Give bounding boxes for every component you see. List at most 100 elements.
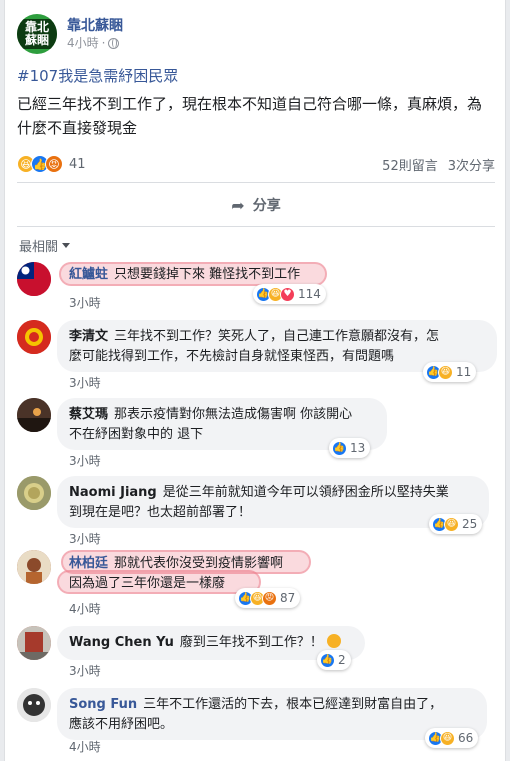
angry-icon: 😡 [262, 590, 277, 606]
commenter-name[interactable]: Wang Chen Yu [69, 635, 174, 650]
comment-bubble: Song Fun 三年不工作還活的下去，根本已經達到財富自由了， 應該不用紓困吧。 [57, 688, 487, 740]
comment-time[interactable]: 3小時 [69, 662, 101, 679]
page-meta: 靠北蘇睏 4小時 · [67, 17, 123, 51]
comment-body: 紅鱸蛀 只想要錢掉下來 難怪找不到工作 [69, 266, 300, 284]
comment-bubble: Naomi Jiang 是從三年前就知道今年可以領紓困金所以堅持失業 到現在是吧？… [57, 476, 489, 528]
comment-count[interactable]: 52則留言 [382, 155, 438, 174]
post-header: 靠北蘇睏 靠北蘇睏 4小時 · [17, 14, 123, 54]
coin-avatar-image [17, 476, 51, 510]
reaction-count: 11 [456, 365, 472, 379]
haha-icon: 😆 [444, 516, 459, 532]
comment-line: Song Fun 三年不工作還活的下去，根本已經達到財富自由了， [69, 695, 475, 715]
comment-text: 廢到三年找不到工作？！ [179, 635, 323, 650]
avatar[interactable] [17, 398, 51, 432]
commenter-name[interactable]: 蔡艾瑪 [69, 407, 108, 422]
page-logo-text: 靠北蘇睏 [17, 19, 57, 49]
angry-icon: 😡 [45, 155, 63, 173]
caret-down-icon [62, 243, 71, 248]
comment-line: 蔡艾瑪 那表示疫情對你無法造成傷害啊 你該開心 [69, 405, 375, 425]
comment-text: 三年找不到工作？笑死人了，自己連工作意願都沒有，怎 [114, 329, 440, 344]
comment-reactions[interactable]: 👍 13 [329, 438, 371, 458]
comment-reactions[interactable]: 👍 2 [317, 650, 351, 670]
post-reactions[interactable]: 😆 👍 😡 41 [17, 155, 86, 173]
comment-time[interactable]: 3小時 [69, 374, 101, 391]
love-icon: ♥ [280, 286, 295, 302]
commenter-name[interactable]: 紅鱸蛀 [69, 267, 108, 282]
comment: 蔡艾瑪 那表示疫情對你無法造成傷害啊 你該開心 不在紓困對象中的 退下 3小時 👍… [17, 398, 503, 468]
sort-label: 最相關 [19, 240, 59, 255]
post-text: 已經三年找不到工作了，現在根本不知道自己符合哪一條，真麻煩，為什麼不直接發現金 [17, 95, 483, 137]
share-button[interactable]: ➦ 分享 [17, 190, 495, 220]
comment: Naomi Jiang 是從三年前就知道今年可以領紓困金所以堅持失業 到現在是吧？… [17, 476, 503, 546]
post-timestamp[interactable]: 4小時 [67, 35, 99, 51]
comment-time[interactable]: 4小時 [69, 738, 101, 755]
comment-line: 李清文 三年找不到工作？笑死人了，自己連工作意願都沒有，怎 [69, 327, 485, 347]
comment: Wang Chen Yu 廢到三年找不到工作？！ 3小時 👍 2 [17, 626, 503, 679]
post-stats: 52則留言 3次分享 [382, 155, 495, 174]
comment-line: 林柏廷 那就代表你沒受到疫情影響啊 [69, 554, 283, 574]
comment: Song Fun 三年不工作還活的下去，根本已經達到財富自由了， 應該不用紓困吧。… [17, 688, 503, 758]
reaction-count: 41 [69, 156, 86, 172]
comment-text-line2: 到現在是吧？也太超前部署了！ [69, 505, 252, 520]
comment: 李清文 三年找不到工作？笑死人了，自己連工作意願都沒有，怎 麼可能找得到工作，不先… [17, 320, 503, 390]
flag-avatar-image [17, 262, 51, 296]
reaction-count: 114 [298, 287, 321, 301]
comment-text: 只想要錢掉下來 難怪找不到工作 [114, 267, 301, 282]
comment-reactions[interactable]: 👍 😆 25 [429, 514, 483, 534]
comment-reactions[interactable]: 👍 😆 ♥ 114 [253, 284, 326, 304]
commenter-name[interactable]: Song Fun [69, 697, 137, 712]
reactions-bar: 😆 👍 😡 41 52則留言 3次分享 [17, 152, 495, 176]
divider [17, 226, 495, 227]
comment-reactions[interactable]: 👍 😆 😡 87 [235, 588, 301, 608]
commenter-name[interactable]: 李清文 [69, 329, 108, 344]
haha-icon: 😆 [440, 730, 455, 746]
post-time-row: 4小時 · [67, 35, 123, 51]
avatar[interactable] [17, 320, 51, 354]
haha-icon: 😆 [438, 364, 453, 380]
post-hashtag[interactable]: #107我是急需紓困民眾 [17, 66, 178, 86]
divider [17, 182, 495, 183]
comment-sort-dropdown[interactable]: 最相關 [19, 236, 71, 255]
reaction-count: 87 [280, 591, 296, 605]
comment-text-line2: 麼可能找得到工作，不先檢討自身就怪東怪西，有問題嗎 [69, 349, 395, 364]
reaction-count: 2 [338, 653, 346, 667]
page-name[interactable]: 靠北蘇睏 [67, 17, 123, 35]
comment-reactions[interactable]: 👍 😆 66 [425, 728, 479, 748]
comment-time[interactable]: 4小時 [69, 600, 101, 617]
comment-line: Naomi Jiang 是從三年前就知道今年可以領紓困金所以堅持失業 [69, 483, 477, 503]
comment-text: 三年不工作還活的下去，根本已經達到財富自由了， [143, 697, 443, 712]
share-count[interactable]: 3次分享 [448, 155, 495, 174]
comment-text-line2: 不在紓困對象中的 退下 [69, 427, 204, 442]
post-card: 靠北蘇睏 靠北蘇睏 4小時 · #107我是急需紓困民眾 已經三年找不到工作了，… [4, 0, 506, 761]
avatar[interactable] [17, 550, 51, 584]
avatar[interactable] [17, 262, 51, 296]
reaction-count: 13 [350, 441, 366, 455]
emblem-avatar-image [17, 320, 51, 354]
comment-text-line2: 應該不用紓困吧。 [69, 717, 174, 732]
avatar[interactable] [17, 626, 51, 660]
reaction-count: 25 [462, 517, 478, 531]
photo-avatar-image [17, 626, 51, 660]
comment-time[interactable]: 3小時 [69, 294, 101, 311]
like-icon: 👍 [332, 440, 347, 456]
comment-time[interactable]: 3小時 [69, 530, 101, 547]
share-label: 分享 [252, 198, 281, 214]
reaction-count: 66 [458, 731, 474, 745]
comment-reactions[interactable]: 👍 😆 11 [423, 362, 477, 382]
comment-time[interactable]: 3小時 [69, 452, 101, 469]
comment-text: 那表示疫情對你無法造成傷害啊 你該開心 [114, 407, 353, 422]
commenter-name[interactable]: 林柏廷 [69, 556, 108, 571]
comment: 紅鱸蛀 只想要錢掉下來 難怪找不到工作 3小時 👍 😆 ♥ 114 [17, 262, 503, 310]
commenter-name[interactable]: Naomi Jiang [69, 485, 157, 500]
page-avatar[interactable]: 靠北蘇睏 [17, 14, 57, 54]
like-icon: 👍 [320, 652, 335, 668]
globe-icon [108, 37, 120, 49]
comment: 林柏廷 那就代表你沒受到疫情影響啊 因為過了三年你還是一樣廢 4小時 👍 😆 😡 … [17, 550, 503, 616]
avatar[interactable] [17, 476, 51, 510]
laughing-emoji-icon [327, 634, 342, 648]
character-avatar-image [17, 550, 51, 584]
sunset-avatar-image [17, 398, 51, 432]
share-arrow-icon: ➦ [231, 195, 245, 215]
avatar[interactable] [17, 688, 51, 722]
comment-text: 那就代表你沒受到疫情影響啊 [114, 556, 284, 571]
